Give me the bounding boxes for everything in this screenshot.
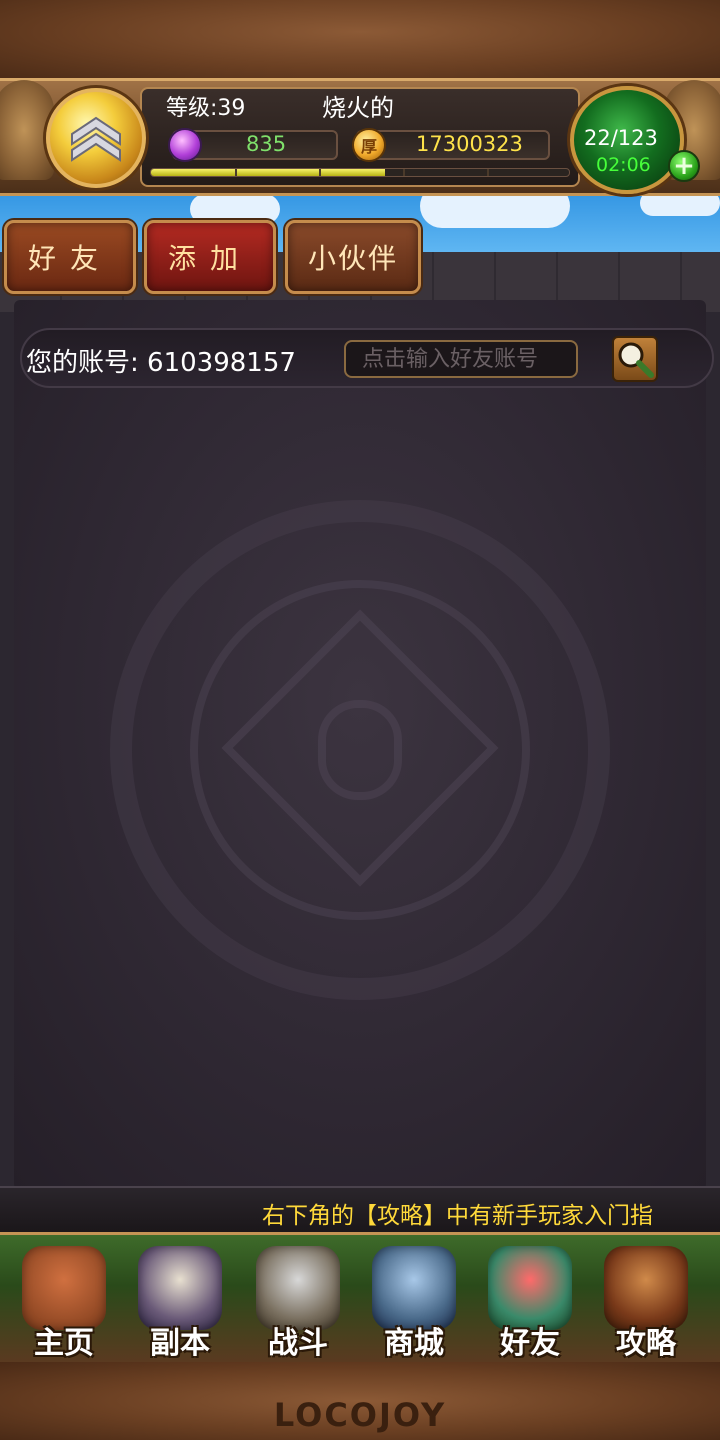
- gold-value: 17300323: [416, 132, 523, 156]
- news-ticker-text: 右下角的【攻略】中有新手玩家入门指: [262, 1203, 653, 1229]
- top-wood-frame: [0, 0, 720, 80]
- tab-partner[interactable]: 小伙伴: [285, 220, 421, 294]
- account-id-label: 您的账号: 610398157: [26, 348, 296, 378]
- gold-coin-glyph: 厚: [360, 137, 377, 156]
- nav-shop[interactable]: 商城: [364, 1246, 464, 1361]
- locojoy-logo: LOCOJOY: [273, 1396, 447, 1434]
- rank-chevron-icon: [71, 116, 121, 162]
- search-icon: [618, 342, 654, 378]
- tab-friends[interactable]: 好友: [4, 220, 136, 294]
- exp-bar-divider: [319, 169, 321, 176]
- exp-bar-divider: [403, 169, 405, 176]
- gold-coin-icon: 厚: [352, 128, 386, 162]
- rank-badge-icon[interactable]: [46, 88, 146, 188]
- gem-value: 835: [246, 132, 287, 156]
- nav-dungeon[interactable]: 副本: [130, 1246, 230, 1361]
- gem-icon: [168, 128, 202, 162]
- nav-label: 战斗: [268, 1326, 328, 1361]
- plus-icon: +: [673, 151, 695, 181]
- exp-bar-divider: [235, 169, 237, 176]
- nav-label: 副本: [150, 1326, 210, 1361]
- nav-label: 好友: [500, 1326, 560, 1361]
- nav-label: 商城: [384, 1326, 444, 1361]
- energy-value: 22/123: [584, 126, 658, 150]
- search-button[interactable]: [612, 336, 658, 382]
- exp-bar-divider: [487, 169, 489, 176]
- friend-id-input[interactable]: [344, 340, 578, 378]
- exp-bar: [150, 168, 570, 177]
- energy-timer: 02:06: [596, 154, 651, 176]
- emblem-core: [318, 700, 402, 800]
- exp-bar-fill: [151, 169, 386, 176]
- player-level: 等级:39: [166, 96, 246, 121]
- add-energy-button[interactable]: +: [668, 150, 700, 182]
- nav-friends[interactable]: 好友: [480, 1246, 580, 1361]
- tab-add[interactable]: 添加: [144, 220, 276, 294]
- nav-home[interactable]: 主页: [14, 1246, 114, 1361]
- nav-label: 攻略: [616, 1326, 676, 1361]
- nav-label: 主页: [34, 1326, 94, 1361]
- nav-battle[interactable]: 战斗: [248, 1246, 348, 1361]
- player-name: 烧火的: [322, 94, 394, 122]
- nav-guide[interactable]: 攻略: [596, 1246, 696, 1361]
